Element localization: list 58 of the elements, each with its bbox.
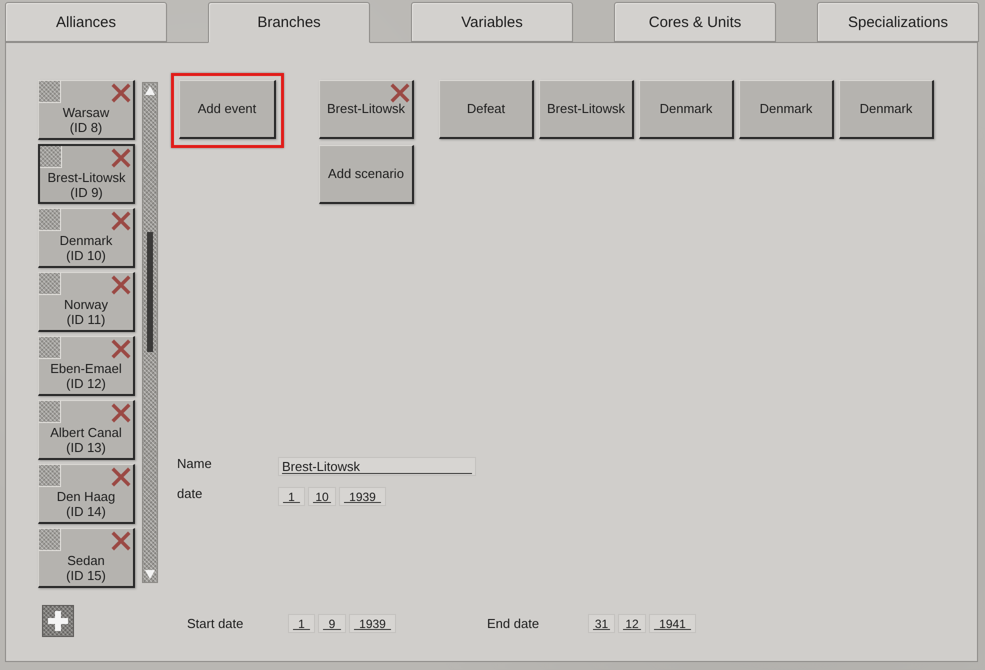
year-field[interactable]: 1941 (649, 614, 696, 633)
scroll-up-icon[interactable] (145, 86, 155, 95)
branch-card[interactable]: Warsaw (ID 8) (38, 80, 135, 140)
day-field[interactable]: 1 (288, 614, 315, 633)
scenario-button[interactable]: Brest-Litowsk (319, 80, 414, 139)
month-field[interactable]: 9 (318, 614, 346, 633)
hatched-square-icon (39, 273, 61, 295)
branch-card[interactable]: Denmark (ID 10) (38, 208, 135, 268)
plus-icon (48, 611, 68, 631)
hatched-square-icon (39, 401, 61, 423)
event-button[interactable]: Denmark (639, 80, 734, 139)
branch-card[interactable]: Eben-Emael (ID 12) (38, 336, 135, 396)
branch-card[interactable]: Albert Canal (ID 13) (38, 400, 135, 460)
cross-icon[interactable] (111, 211, 131, 231)
field-label: Name (177, 457, 213, 473)
hatched-square-icon (39, 81, 61, 103)
cross-icon[interactable] (111, 403, 131, 423)
tab[interactable]: Branches (208, 2, 370, 43)
tab[interactable]: Variables (411, 2, 573, 42)
hatched-square-icon (39, 209, 61, 231)
scrollbar-track[interactable] (142, 82, 158, 583)
month-field[interactable]: 10 (308, 487, 336, 506)
tab[interactable]: Alliances (5, 2, 167, 42)
tab[interactable]: Cores & Units (614, 2, 776, 42)
field-label: Start date (187, 616, 244, 630)
event-button[interactable]: Defeat (439, 80, 534, 139)
cross-icon[interactable] (111, 83, 131, 103)
branch-card[interactable]: Sedan (ID 15) (38, 528, 135, 588)
name-field[interactable]: Brest-Litowsk (278, 457, 476, 476)
event-button[interactable]: Denmark (839, 80, 934, 139)
event-button[interactable]: Brest-Litowsk (539, 80, 634, 139)
year-field[interactable]: 1939 (349, 614, 396, 633)
month-field[interactable]: 12 (618, 614, 646, 633)
branch-card[interactable]: Brest-Litowsk (ID 9) (38, 144, 135, 204)
cross-icon[interactable] (111, 531, 131, 551)
hatched-square-icon (39, 337, 61, 359)
field-label: End date (487, 616, 540, 630)
event-button[interactable]: Denmark (739, 80, 834, 139)
add-scenario-button[interactable]: Add scenario (319, 145, 414, 204)
cross-icon[interactable] (111, 148, 131, 168)
cross-icon[interactable] (390, 83, 410, 103)
branch-card[interactable]: Norway (ID 11) (38, 272, 135, 332)
cross-icon[interactable] (111, 275, 131, 295)
day-field[interactable]: 1 (278, 487, 305, 506)
add-branch-button[interactable] (42, 605, 74, 637)
hatched-square-icon (39, 465, 61, 487)
scroll-down-icon[interactable] (145, 570, 155, 579)
cross-icon[interactable] (111, 339, 131, 359)
hatched-square-icon (39, 529, 61, 551)
hatched-square-icon (40, 146, 62, 168)
tab[interactable]: Specializations (817, 2, 979, 42)
year-field[interactable]: 1939 (339, 487, 386, 506)
cross-icon[interactable] (111, 467, 131, 487)
field-label: date (177, 487, 204, 503)
scrollbar-thumb[interactable] (147, 232, 153, 352)
add-event-button[interactable]: Add event (179, 80, 276, 139)
day-field[interactable]: 31 (588, 614, 615, 633)
branch-card[interactable]: Den Haag (ID 14) (38, 464, 135, 524)
